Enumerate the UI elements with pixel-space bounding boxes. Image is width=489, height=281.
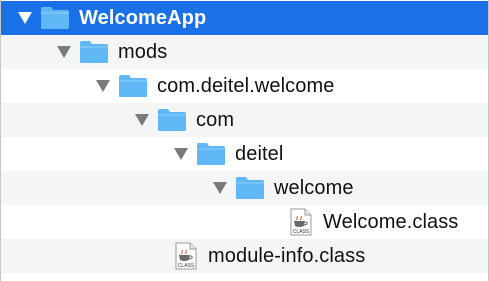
- tree-row-welcomeapp[interactable]: WelcomeApp: [1, 1, 488, 35]
- folder-icon: [235, 176, 265, 200]
- tree-item-label: welcome: [274, 176, 354, 199]
- folder-icon: [118, 74, 148, 98]
- tree-item-label: deitel: [235, 142, 284, 165]
- disclosure-triangle-expanded-icon[interactable]: [18, 12, 40, 24]
- disclosure-triangle-expanded-icon[interactable]: [213, 182, 235, 194]
- java-class-file-icon: CLASS: [288, 208, 314, 236]
- svg-text:CLASS: CLASS: [178, 263, 195, 269]
- tree-row-com[interactable]: com: [1, 103, 488, 137]
- tree-item-label: WelcomeApp: [79, 6, 207, 29]
- svg-text:CLASS: CLASS: [293, 229, 310, 235]
- tree-row-com-deitel-welcome[interactable]: com.deitel.welcome: [1, 69, 488, 103]
- tree-row-welcome[interactable]: welcome: [1, 171, 488, 205]
- disclosure-triangle-expanded-icon[interactable]: [96, 80, 118, 92]
- folder-icon: [40, 6, 70, 30]
- folder-icon: [196, 142, 226, 166]
- folder-icon: [79, 40, 109, 64]
- disclosure-triangle-expanded-icon[interactable]: [135, 114, 157, 126]
- file-tree: WelcomeApp mods com.deitel.welcome com d…: [0, 0, 489, 281]
- folder-icon: [157, 108, 187, 132]
- tree-row-deitel[interactable]: deitel: [1, 137, 488, 171]
- tree-row-mods[interactable]: mods: [1, 35, 488, 69]
- java-class-file-icon: CLASS: [173, 242, 199, 270]
- tree-item-label: mods: [118, 40, 168, 63]
- tree-item-label: Welcome.class: [323, 210, 459, 233]
- tree-row-welcome-class[interactable]: CLASS Welcome.class: [1, 205, 488, 239]
- tree-item-label: com: [196, 108, 235, 131]
- disclosure-triangle-expanded-icon[interactable]: [57, 46, 79, 58]
- tree-row-module-info-class[interactable]: CLASS module-info.class: [1, 239, 488, 273]
- tree-item-label: com.deitel.welcome: [157, 74, 335, 97]
- tree-item-label: module-info.class: [208, 244, 366, 267]
- disclosure-triangle-expanded-icon[interactable]: [174, 148, 196, 160]
